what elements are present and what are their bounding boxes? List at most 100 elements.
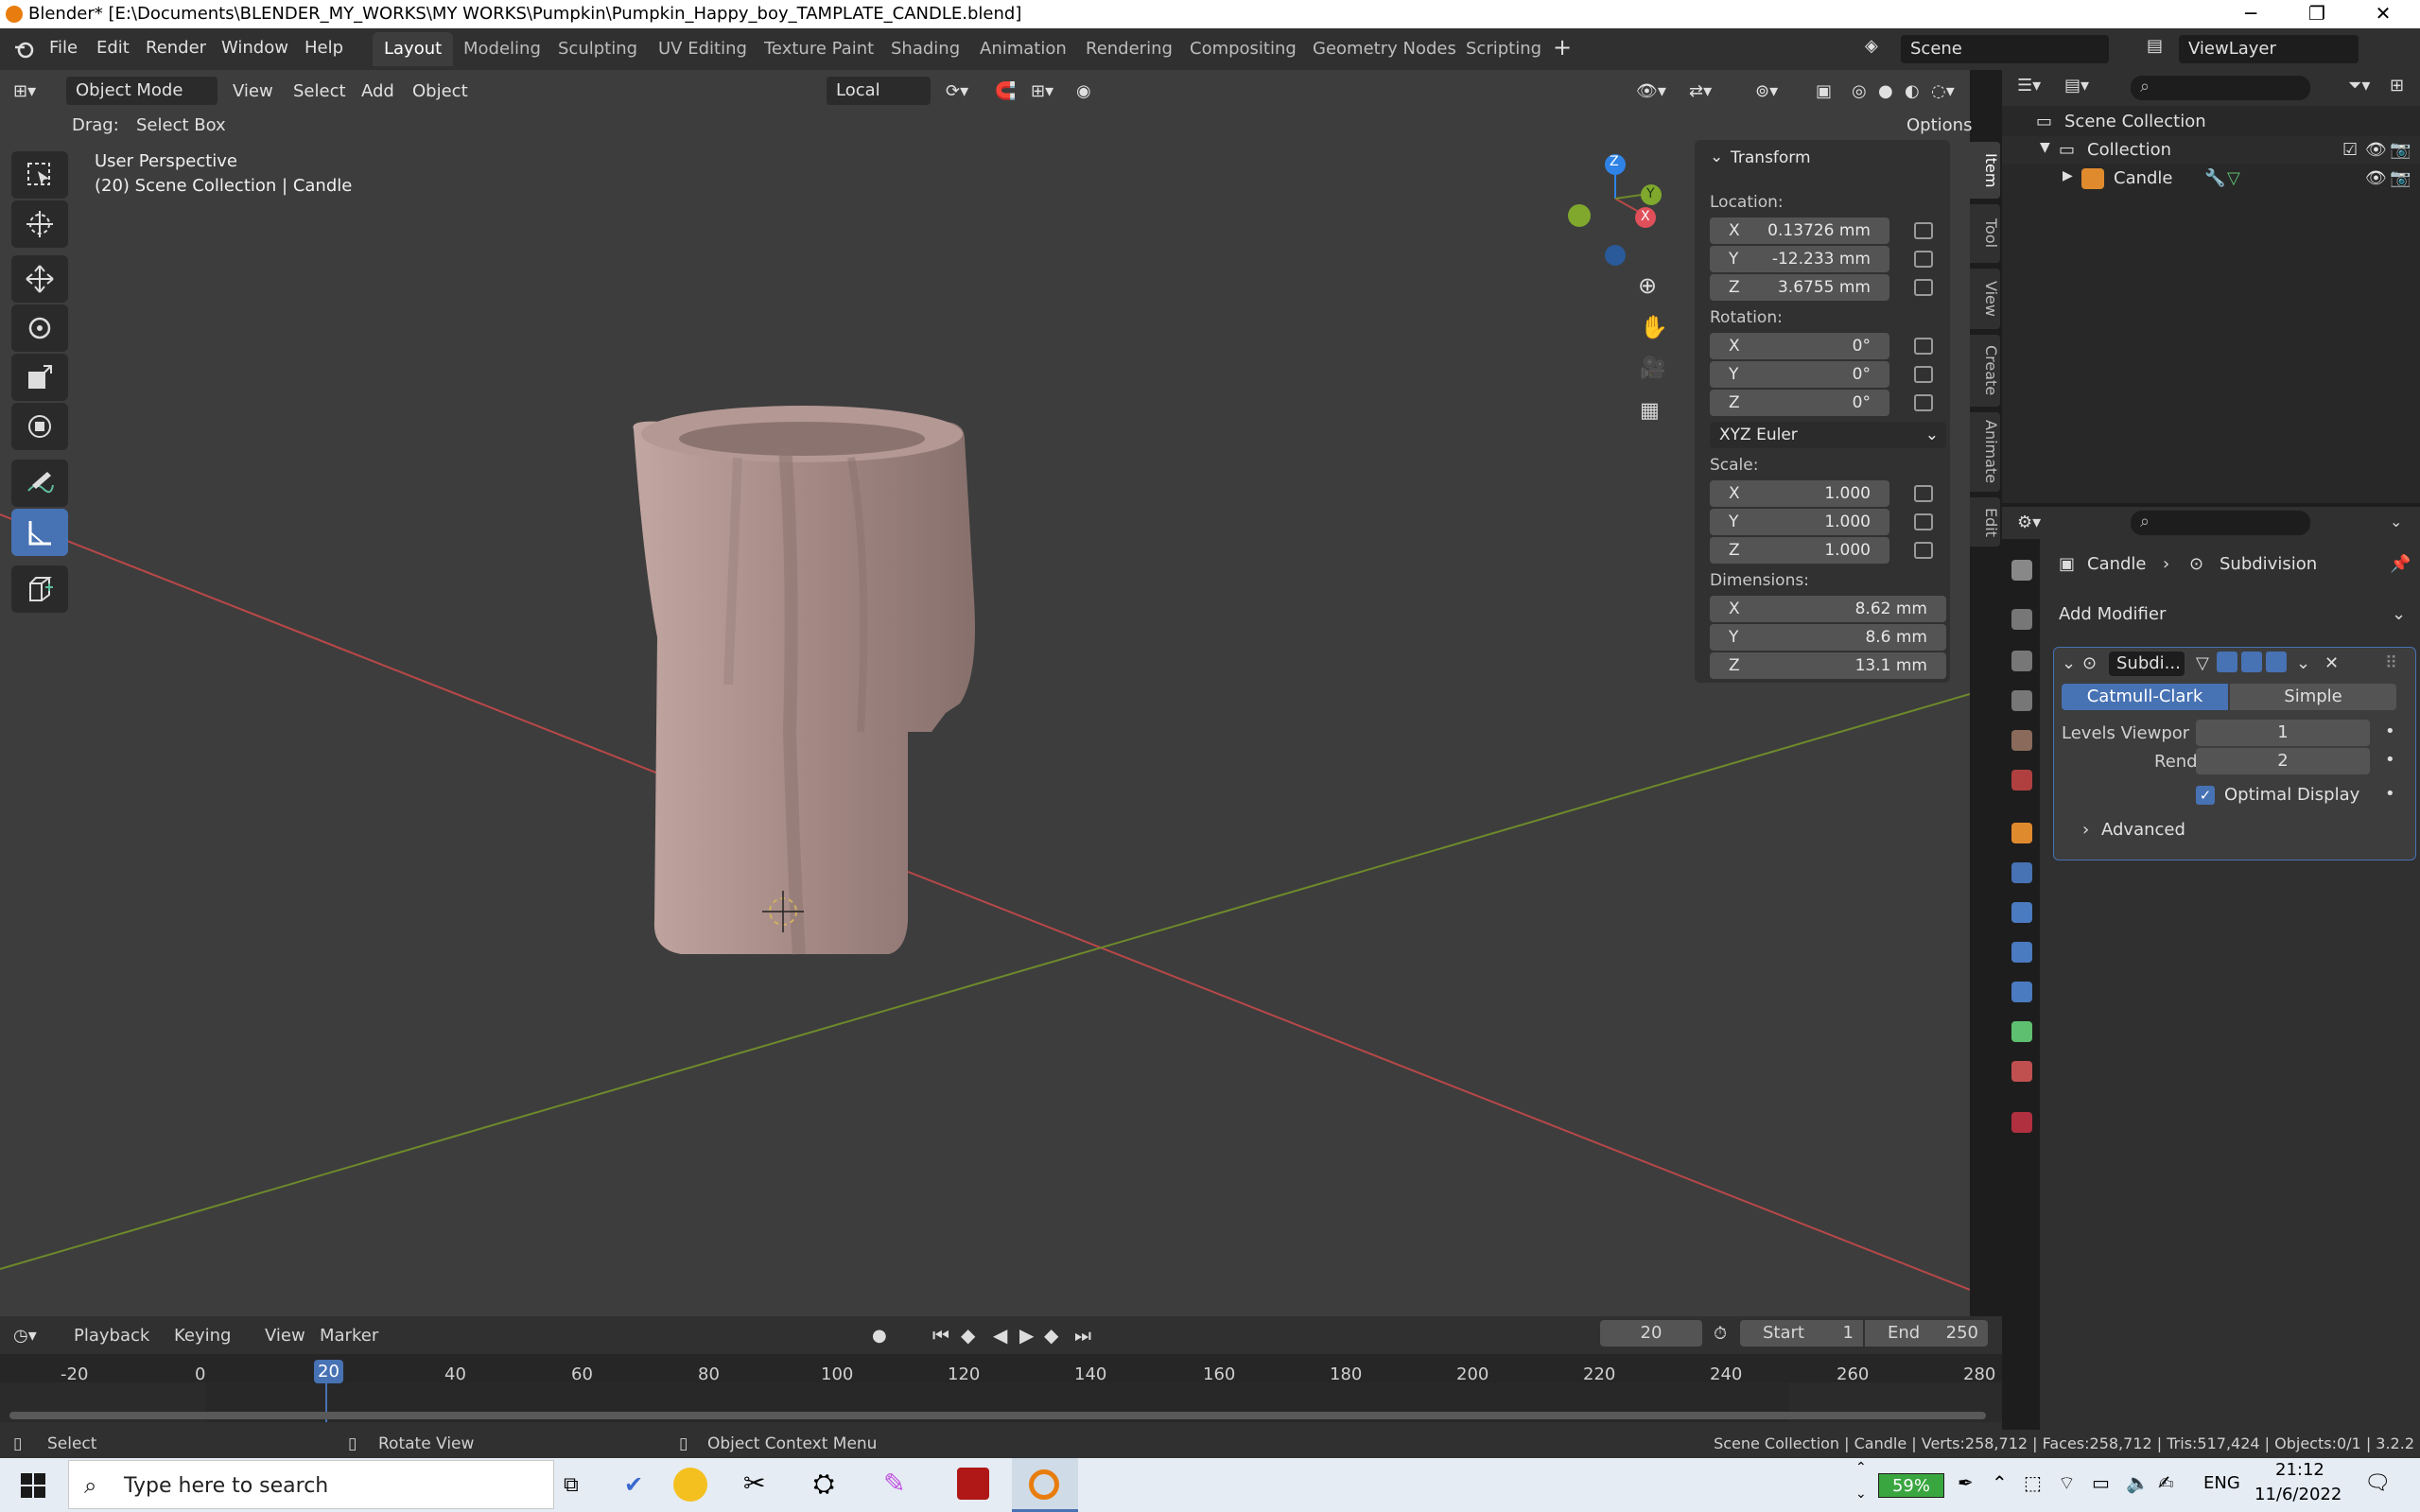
- windows-start-icon[interactable]: [21, 1473, 45, 1498]
- proportional-edit-icon[interactable]: ◉: [1076, 81, 1091, 101]
- perspective-toggle-icon[interactable]: ▦: [1640, 399, 1660, 423]
- 3d-viewport[interactable]: Z Y X User Perspective (20) Scene Collec…: [0, 70, 1970, 1316]
- tab-sculpting[interactable]: Sculpting: [547, 32, 649, 66]
- minimize-icon[interactable]: ─: [2218, 0, 2284, 28]
- blender-menu-icon[interactable]: [13, 40, 34, 59]
- scale-z-field[interactable]: Z 1.000: [1710, 537, 1889, 564]
- outliner-row-candle[interactable]: ▶ Candle 🔧 ▽ 👁 📷: [2002, 165, 2420, 193]
- drag-handle-icon[interactable]: ⠿: [2385, 653, 2397, 673]
- tab-modeling[interactable]: Modeling: [452, 32, 552, 66]
- dropbox-icon[interactable]: ⬚: [2024, 1471, 2042, 1494]
- menu-render[interactable]: Render: [146, 38, 206, 58]
- options-menu[interactable]: Options: [1906, 115, 1972, 135]
- catmull-clark-button[interactable]: Catmull-Clark: [2062, 684, 2228, 710]
- keyframe-dot-icon[interactable]: •: [2385, 784, 2395, 804]
- menu-view[interactable]: View: [233, 81, 273, 101]
- lock-icon[interactable]: [1914, 279, 1933, 296]
- properties-search-input[interactable]: ⌕: [2131, 511, 2310, 535]
- tab-compositing[interactable]: Compositing: [1178, 32, 1308, 66]
- physics-properties-icon[interactable]: [2011, 942, 2032, 963]
- lock-icon[interactable]: [1914, 222, 1933, 239]
- levels-viewport-field[interactable]: 1: [2196, 720, 2370, 746]
- menu-edit[interactable]: Edit: [96, 38, 130, 58]
- view-layer-selector[interactable]: ViewLayer: [2179, 35, 2359, 63]
- rendered-shading-icon[interactable]: ◌▾: [1931, 81, 1955, 101]
- menu-keying[interactable]: Keying: [174, 1326, 231, 1346]
- rotation-x-field[interactable]: X 0°: [1710, 333, 1889, 359]
- exclude-checkbox-icon[interactable]: ☑: [2342, 140, 2358, 160]
- lock-icon[interactable]: [1914, 251, 1933, 268]
- new-collection-icon[interactable]: ⊞: [2390, 76, 2404, 96]
- view-layer-icon[interactable]: ▤: [2147, 36, 2163, 56]
- tab-edit[interactable]: Edit: [1970, 497, 2000, 547]
- xray-toggle-icon[interactable]: ▣: [1816, 81, 1832, 101]
- menu-add[interactable]: Add: [361, 81, 394, 101]
- app-paint-icon[interactable]: ✎: [883, 1468, 905, 1499]
- select-box-tool[interactable]: [11, 151, 68, 199]
- expand-arrow-icon[interactable]: ▶: [2063, 168, 2073, 183]
- play-icon[interactable]: ▶: [1019, 1324, 1034, 1347]
- menu-playback[interactable]: Playback: [74, 1326, 149, 1346]
- filter-icon[interactable]: ⏷▾: [2348, 76, 2370, 96]
- record-keyframe-icon[interactable]: ●: [872, 1326, 887, 1346]
- outliner-row-collection[interactable]: ▼ ▭ Collection ☑ 👁 📷: [2002, 136, 2420, 165]
- view-layer-properties-icon[interactable]: [2011, 690, 2032, 711]
- editor-type-icon[interactable]: ⊞▾: [13, 81, 36, 101]
- start-frame-field[interactable]: Start 1: [1740, 1320, 1863, 1347]
- tab-item[interactable]: Item: [1970, 142, 2000, 199]
- timeline-scrollbar[interactable]: [9, 1412, 1986, 1419]
- tab-shading[interactable]: Shading: [879, 32, 971, 66]
- menu-window[interactable]: Window: [221, 38, 288, 58]
- simple-button[interactable]: Simple: [2230, 684, 2396, 710]
- expand-arrow-icon[interactable]: ›: [2082, 820, 2089, 840]
- drag-select-box[interactable]: Select Box: [136, 115, 226, 135]
- clock-icon[interactable]: ⏱: [1714, 1324, 1727, 1344]
- lock-icon[interactable]: [1914, 542, 1933, 559]
- pivot-point-icon[interactable]: ⟳▾: [946, 81, 968, 101]
- tab-texture-paint[interactable]: Texture Paint: [753, 32, 885, 66]
- scene-selector[interactable]: Scene: [1901, 35, 2109, 63]
- modifier-menu-icon[interactable]: ⌄: [2296, 653, 2310, 673]
- modifier-wrench-icon[interactable]: 🔧: [2204, 168, 2225, 188]
- close-window-icon[interactable]: ✕: [2350, 0, 2416, 28]
- eye-icon[interactable]: 👁: [2365, 140, 2387, 160]
- snap-icon[interactable]: 🧲: [995, 81, 1016, 101]
- data-properties-icon[interactable]: [2011, 1021, 2032, 1042]
- frame-ruler[interactable]: [0, 1354, 2002, 1382]
- scale-tool[interactable]: [11, 354, 68, 401]
- lock-icon[interactable]: [1914, 338, 1933, 355]
- end-frame-field[interactable]: End 250: [1865, 1320, 1988, 1347]
- tab-uv-editing[interactable]: UV Editing: [647, 32, 758, 66]
- dimensions-z-field[interactable]: Z 13.1 mm: [1710, 652, 1946, 679]
- output-properties-icon[interactable]: [2011, 651, 2032, 671]
- camera-render-icon[interactable]: 📷: [2390, 168, 2411, 188]
- lock-icon[interactable]: [1914, 485, 1933, 502]
- camera-render-icon[interactable]: 📷: [2390, 140, 2411, 160]
- on-cage-icon[interactable]: ▽: [2196, 653, 2209, 673]
- clock-date[interactable]: 11/6/2022: [2255, 1485, 2342, 1504]
- modifier-name-field[interactable]: Subdi...: [2109, 652, 2185, 676]
- keyframe-dot-icon[interactable]: •: [2385, 750, 2395, 770]
- play-reverse-icon[interactable]: ◀: [993, 1324, 1007, 1347]
- viewport-toggle-icon[interactable]: [2241, 652, 2262, 672]
- lock-icon[interactable]: [1914, 394, 1933, 411]
- menu-marker[interactable]: Marker: [320, 1326, 378, 1346]
- texture-properties-icon[interactable]: [2011, 1112, 2032, 1133]
- transform-panel-title-icon[interactable]: ⌄: [1710, 148, 1723, 166]
- tab-animate[interactable]: Animate: [1970, 412, 2000, 492]
- advanced-section-label[interactable]: Advanced: [2101, 820, 2185, 840]
- dimensions-y-field[interactable]: Y 8.6 mm: [1710, 624, 1946, 651]
- app-clip-icon[interactable]: ✂: [743, 1468, 765, 1499]
- tray-arrow-up-icon[interactable]: ⌃: [1855, 1460, 1867, 1475]
- transform-orientation-selector[interactable]: Local: [827, 77, 931, 105]
- tool-properties-icon[interactable]: [2011, 560, 2032, 581]
- zoom-view-icon[interactable]: ⊕: [1638, 272, 1657, 299]
- render-properties-icon[interactable]: [2011, 609, 2032, 630]
- menu-select[interactable]: Select: [293, 81, 346, 101]
- rotation-mode-selector[interactable]: XYZ Euler ⌄: [1710, 422, 1946, 448]
- mesh-data-icon[interactable]: ▽: [2227, 168, 2240, 188]
- visibility-icon[interactable]: 👁▾: [1636, 81, 1666, 101]
- chevron-down-icon[interactable]: ⌄: [2390, 513, 2402, 530]
- eye-icon[interactable]: 👁: [2365, 168, 2387, 188]
- tab-rendering[interactable]: Rendering: [1074, 32, 1184, 66]
